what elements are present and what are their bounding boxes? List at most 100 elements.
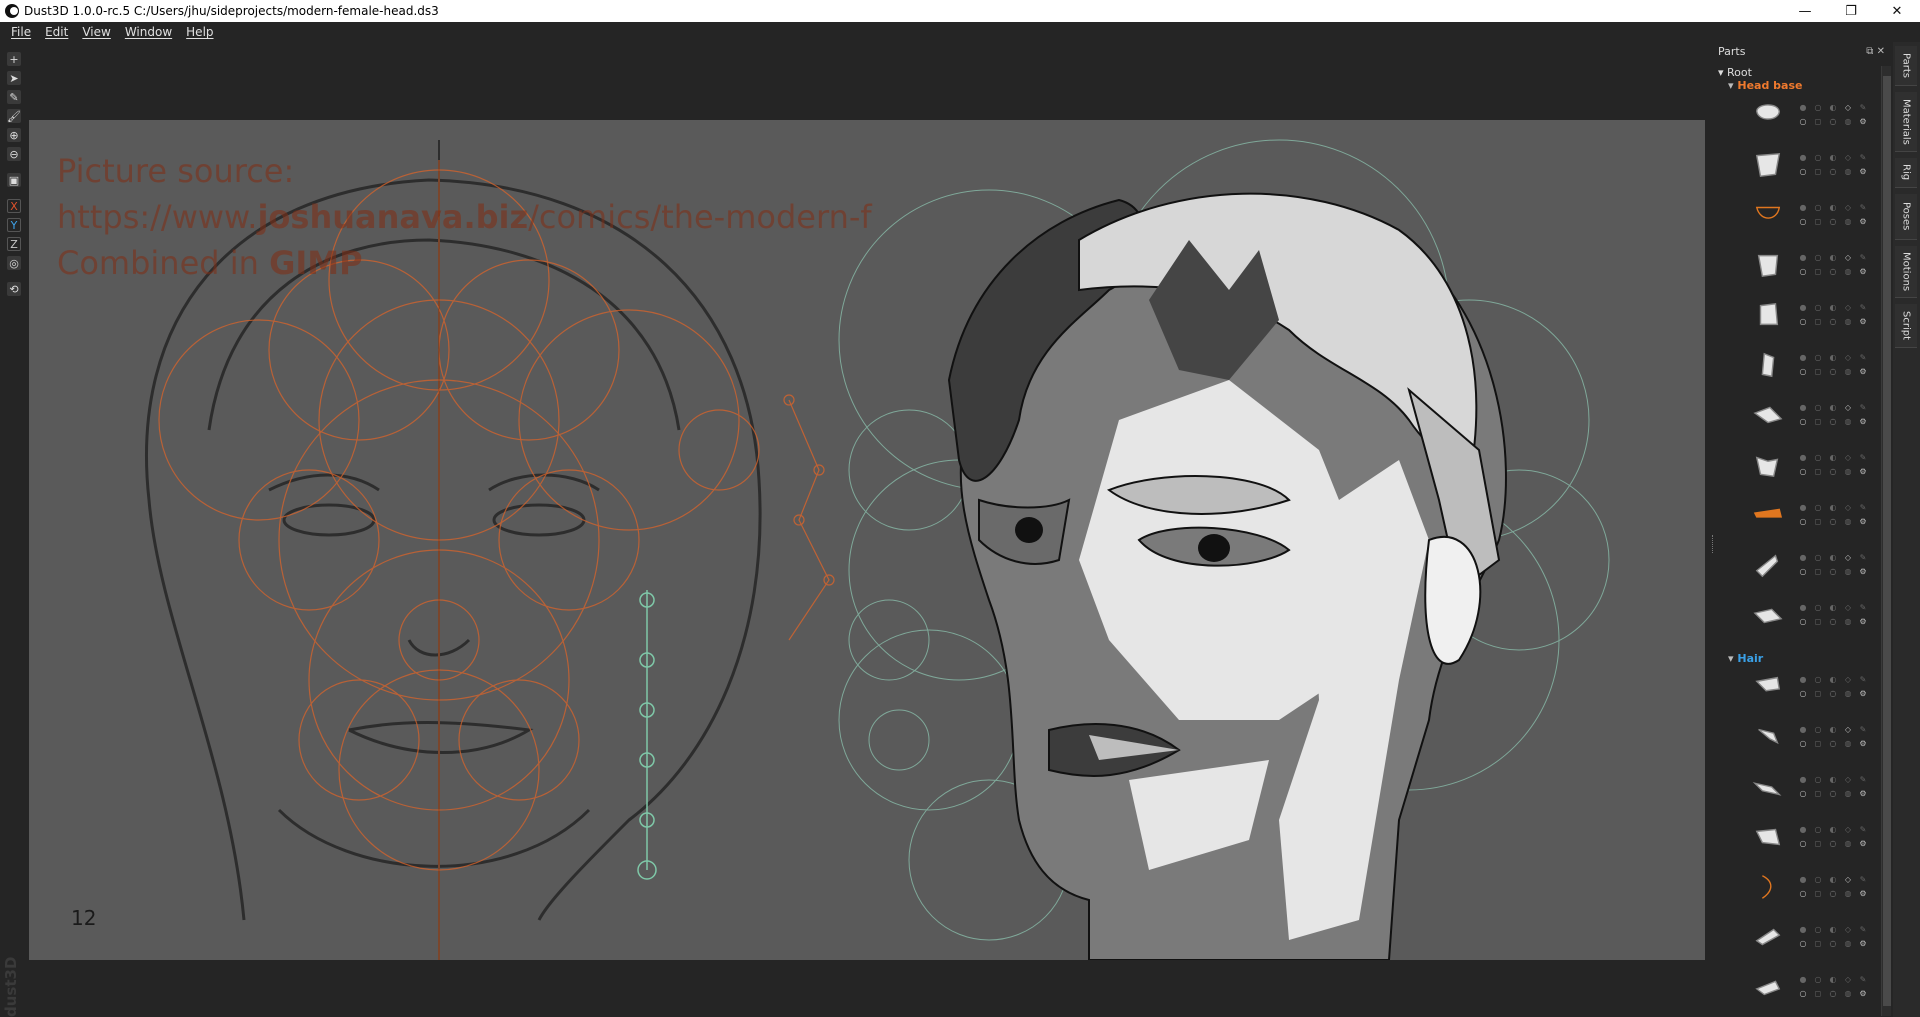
rounded-toggle-icon[interactable]: ◻ bbox=[1812, 116, 1824, 128]
fit-view-icon[interactable]: ▣ bbox=[7, 173, 21, 187]
lock-toggle-icon[interactable]: ○ bbox=[1812, 252, 1824, 264]
part-row[interactable]: ● ○ ◐ ◇ ✎ ○ ◻ ◌ ◍ ⚙ bbox=[1713, 916, 1883, 960]
part-row[interactable]: ● ○ ◐ ◇ ✎ ○ ◻ ◌ ◍ ⚙ bbox=[1713, 666, 1883, 710]
lock-toggle-icon[interactable]: ○ bbox=[1812, 402, 1824, 414]
wrap-toggle-icon[interactable]: ◍ bbox=[1842, 838, 1854, 850]
part-thumbnail[interactable] bbox=[1751, 400, 1785, 430]
settings-icon[interactable]: ⚙ bbox=[1857, 988, 1869, 1000]
settings-icon[interactable]: ⚙ bbox=[1857, 166, 1869, 178]
part-controls[interactable]: ● ○ ◐ ◇ ✎ ○ ◻ ◌ ◍ ⚙ bbox=[1797, 974, 1875, 1000]
visible-toggle-icon[interactable]: ● bbox=[1797, 974, 1809, 986]
xmirror-toggle-icon[interactable]: ◇ bbox=[1842, 552, 1854, 564]
xmirror-toggle-icon[interactable]: ◇ bbox=[1842, 924, 1854, 936]
disable-toggle-icon[interactable]: ◐ bbox=[1827, 152, 1839, 164]
part-row[interactable]: ● ○ ◐ ◇ ✎ ○ ◻ ◌ ◍ ⚙ bbox=[1713, 544, 1883, 588]
part-controls[interactable]: ● ○ ◐ ◇ ✎ ○ ◻ ◌ ◍ ⚙ bbox=[1797, 202, 1875, 228]
visible-toggle-icon[interactable]: ● bbox=[1797, 552, 1809, 564]
disable-toggle-icon[interactable]: ◐ bbox=[1827, 402, 1839, 414]
chamfer-toggle-icon[interactable]: ◌ bbox=[1827, 888, 1839, 900]
paint-brush-icon[interactable]: 🖌 bbox=[7, 109, 21, 123]
visible-toggle-icon[interactable]: ● bbox=[1797, 724, 1809, 736]
part-thumbnail[interactable] bbox=[1751, 150, 1785, 180]
visible-toggle-icon[interactable]: ● bbox=[1797, 452, 1809, 464]
color-picker-icon[interactable]: ✎ bbox=[1857, 602, 1869, 614]
part-controls[interactable]: ● ○ ◐ ◇ ✎ ○ ◻ ◌ ◍ ⚙ bbox=[1797, 402, 1875, 428]
radius-lock-icon[interactable]: ◎ bbox=[7, 256, 21, 270]
disable-toggle-icon[interactable]: ◐ bbox=[1827, 974, 1839, 986]
settings-icon[interactable]: ⚙ bbox=[1857, 938, 1869, 950]
lock-toggle-icon[interactable]: ○ bbox=[1812, 302, 1824, 314]
chamfer-toggle-icon[interactable]: ◌ bbox=[1827, 688, 1839, 700]
add-node-icon[interactable]: + bbox=[7, 52, 21, 66]
disable-toggle-icon[interactable]: ◐ bbox=[1827, 674, 1839, 686]
subdivide-toggle-icon[interactable]: ○ bbox=[1797, 216, 1809, 228]
part-controls[interactable]: ● ○ ◐ ◇ ✎ ○ ◻ ◌ ◍ ⚙ bbox=[1797, 724, 1875, 750]
lock-toggle-icon[interactable]: ○ bbox=[1812, 602, 1824, 614]
part-thumbnail[interactable] bbox=[1751, 822, 1785, 852]
part-row[interactable]: ● ○ ◐ ◇ ✎ ○ ◻ ◌ ◍ ⚙ bbox=[1713, 594, 1883, 638]
part-row[interactable]: ● ○ ◐ ◇ ✎ ○ ◻ ◌ ◍ ⚙ bbox=[1713, 494, 1883, 538]
visible-toggle-icon[interactable]: ● bbox=[1797, 152, 1809, 164]
settings-icon[interactable]: ⚙ bbox=[1857, 216, 1869, 228]
part-controls[interactable]: ● ○ ◐ ◇ ✎ ○ ◻ ◌ ◍ ⚙ bbox=[1797, 452, 1875, 478]
subdivide-toggle-icon[interactable]: ○ bbox=[1797, 466, 1809, 478]
part-row[interactable]: ● ○ ◐ ◇ ✎ ○ ◻ ◌ ◍ ⚙ bbox=[1713, 294, 1883, 338]
part-controls[interactable]: ● ○ ◐ ◇ ✎ ○ ◻ ◌ ◍ ⚙ bbox=[1797, 102, 1875, 128]
rounded-toggle-icon[interactable]: ◻ bbox=[1812, 788, 1824, 800]
visible-toggle-icon[interactable]: ● bbox=[1797, 302, 1809, 314]
part-controls[interactable]: ● ○ ◐ ◇ ✎ ○ ◻ ◌ ◍ ⚙ bbox=[1797, 824, 1875, 850]
wrap-toggle-icon[interactable]: ◍ bbox=[1842, 888, 1854, 900]
part-thumbnail[interactable] bbox=[1751, 550, 1785, 580]
disable-toggle-icon[interactable]: ◐ bbox=[1827, 552, 1839, 564]
chamfer-toggle-icon[interactable]: ◌ bbox=[1827, 738, 1839, 750]
part-thumbnail[interactable] bbox=[1751, 922, 1785, 952]
lock-toggle-icon[interactable]: ○ bbox=[1812, 352, 1824, 364]
rounded-toggle-icon[interactable]: ◻ bbox=[1812, 738, 1824, 750]
disable-toggle-icon[interactable]: ◐ bbox=[1827, 602, 1839, 614]
disable-toggle-icon[interactable]: ◐ bbox=[1827, 252, 1839, 264]
wrap-toggle-icon[interactable]: ◍ bbox=[1842, 688, 1854, 700]
part-controls[interactable]: ● ○ ◐ ◇ ✎ ○ ◻ ◌ ◍ ⚙ bbox=[1797, 152, 1875, 178]
xmirror-toggle-icon[interactable]: ◇ bbox=[1842, 874, 1854, 886]
chamfer-toggle-icon[interactable]: ◌ bbox=[1827, 988, 1839, 1000]
chamfer-toggle-icon[interactable]: ◌ bbox=[1827, 316, 1839, 328]
part-row[interactable]: ● ○ ◐ ◇ ✎ ○ ◻ ◌ ◍ ⚙ bbox=[1713, 816, 1883, 860]
xmirror-toggle-icon[interactable]: ◇ bbox=[1842, 674, 1854, 686]
xmirror-toggle-icon[interactable]: ◇ bbox=[1842, 102, 1854, 114]
part-row[interactable]: ● ○ ◐ ◇ ✎ ○ ◻ ◌ ◍ ⚙ bbox=[1713, 344, 1883, 388]
lock-toggle-icon[interactable]: ○ bbox=[1812, 874, 1824, 886]
wrap-toggle-icon[interactable]: ◍ bbox=[1842, 116, 1854, 128]
settings-icon[interactable]: ⚙ bbox=[1857, 416, 1869, 428]
wrap-toggle-icon[interactable]: ◍ bbox=[1842, 516, 1854, 528]
part-row[interactable]: ● ○ ◐ ◇ ✎ ○ ◻ ◌ ◍ ⚙ bbox=[1713, 766, 1883, 810]
xmirror-toggle-icon[interactable]: ◇ bbox=[1842, 502, 1854, 514]
xmirror-toggle-icon[interactable]: ◇ bbox=[1842, 724, 1854, 736]
chamfer-toggle-icon[interactable]: ◌ bbox=[1827, 616, 1839, 628]
chamfer-toggle-icon[interactable]: ◌ bbox=[1827, 466, 1839, 478]
color-picker-icon[interactable]: ✎ bbox=[1857, 202, 1869, 214]
subdivide-toggle-icon[interactable]: ○ bbox=[1797, 688, 1809, 700]
visible-toggle-icon[interactable]: ● bbox=[1797, 102, 1809, 114]
model-viewport[interactable]: Picture source: https://www.joshuanava.b… bbox=[29, 120, 1705, 960]
color-picker-icon[interactable]: ✎ bbox=[1857, 974, 1869, 986]
visible-toggle-icon[interactable]: ● bbox=[1797, 202, 1809, 214]
part-thumbnail[interactable] bbox=[1751, 300, 1785, 330]
part-thumbnail[interactable] bbox=[1751, 500, 1785, 530]
lock-toggle-icon[interactable]: ○ bbox=[1812, 202, 1824, 214]
settings-icon[interactable]: ⚙ bbox=[1857, 316, 1869, 328]
settings-icon[interactable]: ⚙ bbox=[1857, 688, 1869, 700]
part-thumbnail[interactable] bbox=[1751, 972, 1785, 1002]
subdivide-toggle-icon[interactable]: ○ bbox=[1797, 888, 1809, 900]
tab-motions[interactable]: Motions bbox=[1895, 246, 1917, 298]
wrap-toggle-icon[interactable]: ◍ bbox=[1842, 216, 1854, 228]
chamfer-toggle-icon[interactable]: ◌ bbox=[1827, 116, 1839, 128]
color-picker-icon[interactable]: ✎ bbox=[1857, 152, 1869, 164]
subdivide-toggle-icon[interactable]: ○ bbox=[1797, 316, 1809, 328]
wrap-toggle-icon[interactable]: ◍ bbox=[1842, 738, 1854, 750]
settings-icon[interactable]: ⚙ bbox=[1857, 566, 1869, 578]
lock-toggle-icon[interactable]: ○ bbox=[1812, 102, 1824, 114]
group-head-base[interactable]: ▾ Head base bbox=[1728, 79, 1802, 92]
disable-toggle-icon[interactable]: ◐ bbox=[1827, 502, 1839, 514]
color-picker-icon[interactable]: ✎ bbox=[1857, 724, 1869, 736]
subdivide-toggle-icon[interactable]: ○ bbox=[1797, 166, 1809, 178]
